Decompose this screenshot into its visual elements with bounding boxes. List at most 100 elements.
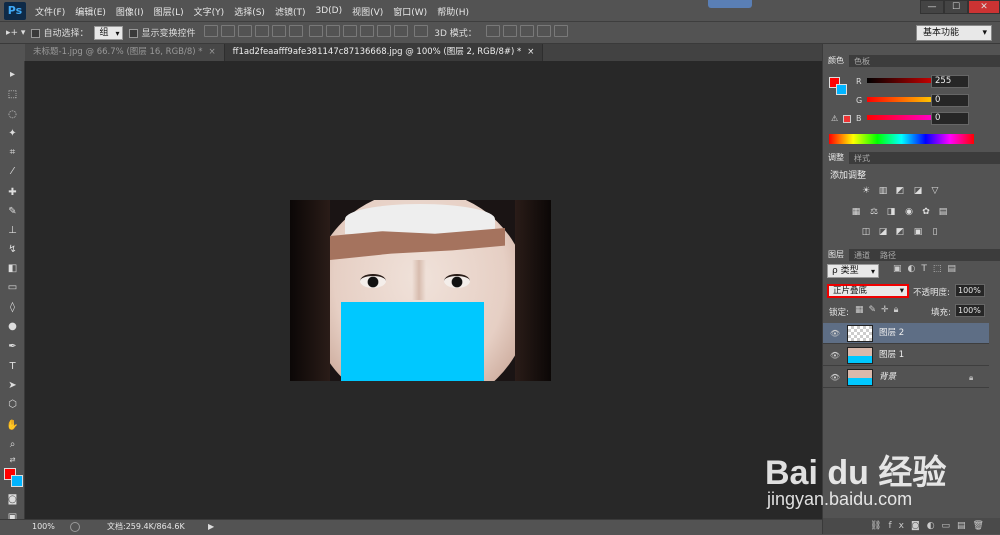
blend-mode-dropdown[interactable]: 正片叠底 [827,284,909,298]
doc-tab-2-close-icon[interactable]: × [527,47,534,57]
align-bottom-icon[interactable] [238,25,253,37]
channel-mixer-icon[interactable]: ✿ [921,207,931,217]
history-brush-tool-icon[interactable]: ↯ [4,242,21,257]
fill-field[interactable]: 100% [955,304,985,317]
vibrance-icon[interactable]: ▽ [930,186,940,196]
tab-styles[interactable]: 样式 [849,153,875,164]
align-right-icon[interactable] [289,25,304,37]
brightness-icon[interactable]: ☀ [861,186,871,196]
tab-paths[interactable]: 路径 [875,250,901,261]
shape-tool-icon[interactable]: ⬡ [4,397,21,412]
dodge-tool-icon[interactable]: ● [4,319,21,334]
menu-file[interactable]: 文件(F) [30,5,70,18]
gamut-warning-icon[interactable]: ⚠ [831,114,838,123]
menu-help[interactable]: 帮助(H) [432,5,474,18]
tab-adjustments[interactable]: 调整 [823,152,849,164]
black-white-icon[interactable]: ◨ [886,207,896,217]
minimize-button[interactable]: — [920,0,944,14]
status-arrow-icon[interactable]: ▶ [208,520,214,534]
posterize-icon[interactable]: ◪ [878,227,888,237]
show-transform-checkbox[interactable] [129,29,139,38]
menu-edit[interactable]: 编辑(E) [70,5,111,18]
color-balance-icon[interactable]: ⚖ [869,207,879,217]
3d-pan-icon[interactable] [519,25,534,37]
curves-icon[interactable]: ◩ [895,186,905,196]
auto-select-checkbox[interactable] [31,29,41,38]
photo-filter-icon[interactable]: ◉ [904,207,914,217]
menu-type[interactable]: 文字(Y) [189,5,230,18]
selective-color-icon[interactable]: ▣ [913,227,923,237]
workspace-dropdown[interactable]: 基本功能 [916,25,992,41]
distribute-top-icon[interactable] [309,25,324,37]
pen-tool-icon[interactable]: ✒ [4,339,21,354]
zoom-tool-icon[interactable]: ⌕ [4,437,21,452]
menu-select[interactable]: 选择(S) [229,5,270,18]
menu-3d[interactable]: 3D(D) [310,6,347,16]
close-button[interactable]: ✕ [968,0,1000,14]
menu-view[interactable]: 视图(V) [347,5,388,18]
update-badge[interactable] [708,0,752,8]
threshold-icon[interactable]: ◩ [895,227,905,237]
layer-row-layer2[interactable]: 👁︎ 图层 2 [823,323,989,344]
tab-color[interactable]: 颜色 [823,55,849,67]
align-vcenter-icon[interactable] [221,25,236,37]
color-lookup-icon[interactable]: ▤ [938,207,948,217]
clone-stamp-tool-icon[interactable]: ⊥ [4,223,21,238]
gradient-map-icon[interactable]: ▯ [930,227,940,237]
gamut-swatch[interactable] [843,115,851,123]
show-transform-option[interactable]: 显示变换控件 [129,26,195,39]
auto-align-icon[interactable] [414,25,429,37]
brush-tool-icon[interactable]: ✎ [4,204,21,219]
3d-slide-icon[interactable] [536,25,551,37]
crop-tool-icon[interactable]: ⌗ [4,145,21,160]
doc-tab-1[interactable]: 未标题-1.jpg @ 66.7% (图层 16, RGB/8) * × [25,44,225,61]
auto-select-option[interactable]: 自动选择： [31,26,88,39]
zoom-level[interactable]: 100% [32,520,55,534]
path-selection-tool-icon[interactable]: ➤ [4,378,21,393]
blur-tool-icon[interactable]: ◊ [4,300,21,315]
distribute-hcenter-icon[interactable] [377,25,392,37]
doc-tab-2[interactable]: ff1ad2feaafff9afe381147c87136668.jpg @ 1… [224,44,544,61]
layer-filter-dropdown[interactable]: ρ 类型 [827,264,879,278]
healing-brush-tool-icon[interactable]: ✚ [4,185,21,200]
eyedropper-tool-icon[interactable]: ⁄ [4,164,21,179]
marquee-tool-icon[interactable]: ⬚ [4,87,21,102]
invert-icon[interactable]: ◫ [861,227,871,237]
cyan-rectangle-layer[interactable] [341,302,484,381]
type-tool-icon[interactable]: T [4,359,21,374]
auto-select-dropdown[interactable]: 组 [94,25,124,40]
distribute-left-icon[interactable] [360,25,375,37]
move-tool-icon[interactable]: ▸ [4,67,21,82]
visibility-eye-icon[interactable]: 👁︎ [829,367,841,388]
menu-layer[interactable]: 图层(L) [149,5,189,18]
layer-filter-icons[interactable]: ▣◐T⬚▤ [893,264,962,274]
tab-layers[interactable]: 图层 [823,249,849,261]
3d-roll-icon[interactable] [502,25,517,37]
swap-colors-icon[interactable]: ⇄ [4,453,21,468]
g-value-field[interactable]: 0 [931,94,969,107]
layer-row-layer1[interactable]: 👁︎ 图层 1 [823,345,989,366]
visibility-eye-icon[interactable]: 👁︎ [829,345,841,366]
quick-mask-icon[interactable]: ◙ [4,492,21,507]
align-left-icon[interactable] [255,25,270,37]
tab-channels[interactable]: 通道 [849,250,875,261]
color-bg-swatch[interactable] [836,84,847,95]
menu-image[interactable]: 图像(I) [111,5,149,18]
gradient-tool-icon[interactable]: ▭ [4,280,21,295]
opacity-field[interactable]: 100% [955,284,985,297]
eraser-tool-icon[interactable]: ◧ [4,261,21,276]
move-tool-preset-icon[interactable]: ▸+ ▾ [6,28,25,38]
hand-tool-icon[interactable]: ✋ [4,418,21,433]
visibility-eye-icon[interactable]: 👁︎ [829,323,841,344]
distribute-bottom-icon[interactable] [343,25,358,37]
magic-wand-tool-icon[interactable]: ✦ [4,126,21,141]
hue-saturation-icon[interactable]: ▦ [851,207,861,217]
background-color-swatch[interactable] [11,475,23,487]
color-spectrum-bar[interactable] [829,134,974,144]
3d-rotate-icon[interactable] [485,25,500,37]
align-hcenter-icon[interactable] [272,25,287,37]
layer-row-background[interactable]: 👁︎ 背景 🔒︎ [823,367,989,388]
distribute-vcenter-icon[interactable] [326,25,341,37]
3d-scale-icon[interactable] [553,25,568,37]
menu-window[interactable]: 窗口(W) [388,5,432,18]
